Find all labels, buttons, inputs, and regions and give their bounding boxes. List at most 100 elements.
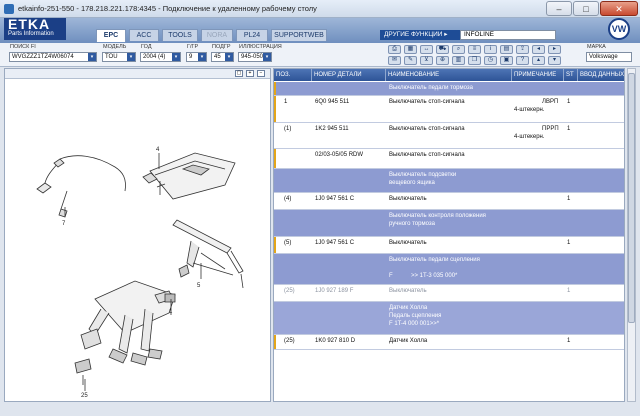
export-icon[interactable]: ⇪ <box>516 45 529 54</box>
year-select[interactable]: 2004 (4) ▾ <box>140 52 181 62</box>
table-row[interactable]: Выключатель педали сцепления F >> 1T-3 0… <box>274 254 624 285</box>
table-row[interactable]: 1 6Q0 945 511 Выключатель стоп-сигнала ЛВРП… <box>274 96 624 123</box>
col-st[interactable]: ST <box>564 69 578 81</box>
info-icon[interactable]: i <box>484 45 497 54</box>
chevron-down-icon[interactable]: ▾ <box>225 53 233 61</box>
copy-icon[interactable]: ❐ <box>468 56 481 65</box>
chevron-down-icon[interactable]: ▾ <box>198 53 206 61</box>
col-note[interactable]: ПРИМЕЧАНИЕ <box>512 69 564 81</box>
chevron-down-icon[interactable]: ▾ <box>263 53 271 61</box>
cell-note-detail: 4-штекерн. <box>514 134 545 140</box>
maximize-button[interactable]: □ <box>573 1 599 16</box>
table-row[interactable]: 02/03-05/05 RDW Выключатель стоп-сигнала <box>274 149 624 169</box>
cell-part-number: 02/03-05/05 RDW <box>315 152 364 158</box>
illustration-select[interactable]: 945-050 ▾ <box>238 52 272 62</box>
cell-pos: (25) <box>284 338 295 344</box>
cell-part-number: 6Q0 945 511 <box>315 99 350 105</box>
tab-pl24[interactable]: PL24 <box>236 29 268 41</box>
image-icon[interactable]: ▣ <box>500 56 513 65</box>
illustration-label: ИЛЛЮСТРАЦИЯ <box>239 44 282 50</box>
cart-icon[interactable]: ⛟ <box>436 45 449 54</box>
note-icon[interactable]: ✎ <box>404 56 417 65</box>
subgroup-select[interactable]: 45 ▾ <box>211 52 234 62</box>
cell-name: Датчик Холла Педаль сцепления F 1T-4 000… <box>389 305 442 327</box>
table-scrollbar[interactable] <box>627 68 636 402</box>
cell-st: 1 <box>567 338 571 344</box>
table-icon[interactable]: ▥ <box>452 56 465 65</box>
table-row[interactable]: Выключатель педали тормоза <box>274 82 624 96</box>
cell-st: 1 <box>567 99 571 105</box>
chevron-down-icon[interactable]: ▾ <box>88 53 96 61</box>
down-icon[interactable]: ▾ <box>548 56 561 65</box>
logo-title: ETKA <box>8 16 51 32</box>
up-icon[interactable]: ▴ <box>532 56 545 65</box>
zoom-icon[interactable]: ⊕ <box>436 56 449 65</box>
window-title: etkainfo-251-550 - 178.218.221.178:4345 … <box>18 4 317 13</box>
tab-supportweb[interactable]: SUPPORTWEB <box>271 29 327 41</box>
group-label: Г/ГР <box>187 44 199 50</box>
forward-icon[interactable]: ▸ <box>548 45 561 54</box>
cell-name: Выключатель стоп-сигнала <box>389 99 465 105</box>
col-pos[interactable]: ПОЗ. <box>274 69 312 81</box>
subgroup-value: 45 <box>214 54 221 60</box>
brand-select[interactable]: Volkswage <box>586 52 632 62</box>
col-data-entry[interactable]: ВВОД ДАННЫХ <box>578 69 624 81</box>
tab-acc[interactable]: ACC <box>129 29 159 41</box>
table-row[interactable]: (25) 1J0 927 189 F Выключатель 1 <box>274 285 624 302</box>
table-row[interactable]: Выключатель контроля положения ручного т… <box>274 210 624 237</box>
col-part-number[interactable]: НОМЕР ДЕТАЛИ <box>312 69 386 81</box>
table-row[interactable]: (25) 1K0 927 810 D Датчик Холла 1 <box>274 335 624 350</box>
history-icon[interactable]: ◷ <box>484 56 497 65</box>
col-name[interactable]: НАИМЕНОВАНИЕ <box>386 69 512 81</box>
table-row[interactable]: Датчик Холла Педаль сцепления F 1T-4 000… <box>274 302 624 335</box>
help-icon[interactable]: ? <box>516 56 529 65</box>
document-icon[interactable]: ▤ <box>500 45 513 54</box>
back-icon[interactable]: ◂ <box>532 45 545 54</box>
callout-1[interactable]: 1 <box>169 309 173 315</box>
parts-drawing[interactable]: 4 7 5 1 25 <box>5 79 270 401</box>
filter-icon[interactable]: ⊻ <box>420 56 433 65</box>
print-icon[interactable]: ⎙ <box>388 45 401 54</box>
illustration-toolbar: ▢ + − <box>5 69 270 79</box>
cell-pos: 1 <box>284 99 288 105</box>
callout-4[interactable]: 4 <box>156 147 160 153</box>
tab-tools[interactable]: TOOLS <box>162 29 198 41</box>
chevron-down-icon[interactable]: ▾ <box>172 53 180 61</box>
zoom-in-icon[interactable]: + <box>246 70 254 77</box>
cell-part-number: 1J0 947 561 C <box>315 196 355 202</box>
model-select[interactable]: TOU ▾ <box>102 52 136 62</box>
infoline-select[interactable]: INFOLINE <box>460 30 556 40</box>
search-fi-value: WVGZZZ1TZ4W06074 <box>12 54 74 60</box>
cell-name: Выключатель педали сцепления F >> 1T-3 0… <box>389 257 480 279</box>
tab-epc[interactable]: EPC <box>96 29 126 42</box>
close-button[interactable]: ✕ <box>600 1 638 16</box>
zoom-out-icon[interactable]: − <box>257 70 265 77</box>
other-functions-button[interactable]: ДРУГИЕ ФУНКЦИИ ▸ <box>380 30 460 40</box>
mail-icon[interactable]: ✉ <box>388 56 401 65</box>
illustration-value: 945-050 <box>241 54 264 60</box>
fit-icon[interactable]: ▢ <box>235 70 243 77</box>
calc-icon[interactable]: ▦ <box>404 45 417 54</box>
row-marker <box>274 96 276 122</box>
table-row[interactable]: (1) 1K2 945 511 Выключатель стоп-сигнала ПР… <box>274 123 624 149</box>
cell-part-number: 1K2 945 511 <box>315 126 349 132</box>
list-icon[interactable]: ≡ <box>468 45 481 54</box>
table-row[interactable]: Выключатель подсветки вещевого ящика <box>274 169 624 193</box>
callout-7[interactable]: 7 <box>62 221 66 227</box>
table-row[interactable]: (4) 1J0 947 561 C Выключатель 1 <box>274 193 624 210</box>
cell-part-number: 1J0 927 189 F <box>315 288 354 294</box>
minimize-button[interactable]: – <box>546 1 572 16</box>
table-row[interactable]: (5) 1J0 947 561 C Выключатель 1 <box>274 237 624 254</box>
callout-25[interactable]: 25 <box>81 393 88 399</box>
callout-5[interactable]: 5 <box>197 283 201 289</box>
cell-pos: (25) <box>284 288 295 294</box>
search-icon[interactable]: ⌕ <box>452 45 465 54</box>
chevron-down-icon[interactable]: ▾ <box>127 53 135 61</box>
logo-subtitle: Parts Information <box>8 31 54 37</box>
tab-nora[interactable]: NORA <box>201 29 233 41</box>
scrollbar-thumb[interactable] <box>628 73 635 323</box>
group-select[interactable]: 9 ▾ <box>186 52 207 62</box>
search-fi-input[interactable]: WVGZZZ1TZ4W06074 ▾ <box>9 52 97 62</box>
link-icon[interactable]: ↔ <box>420 45 433 54</box>
cell-name: Датчик Холла <box>389 338 428 344</box>
